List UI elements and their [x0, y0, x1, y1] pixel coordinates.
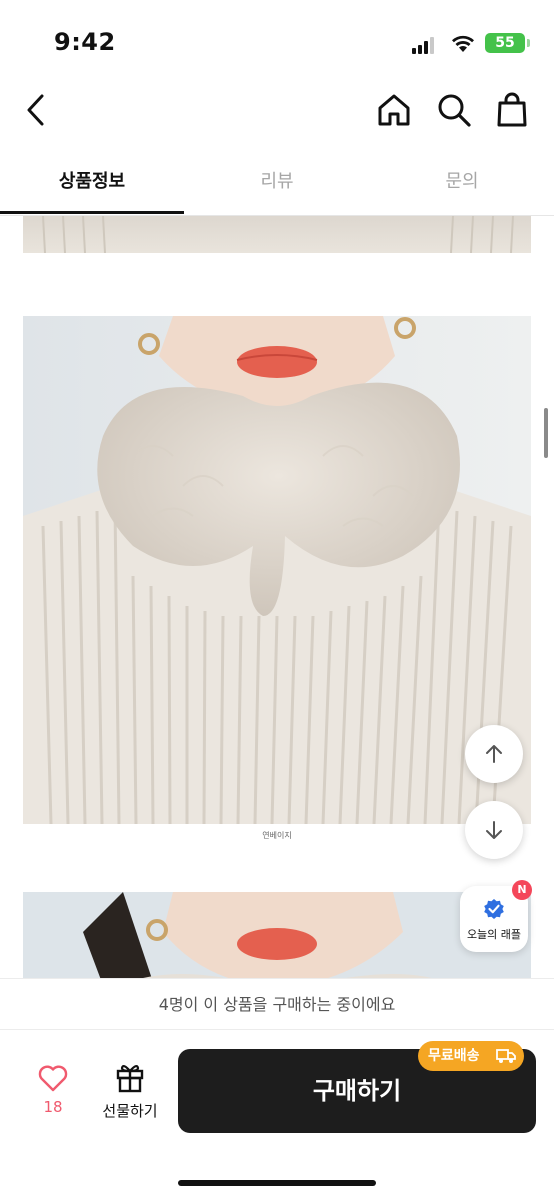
tab-product-info[interactable]: 상품정보: [0, 160, 184, 216]
status-time: 9:42: [54, 28, 116, 56]
product-image-fur-collar: [23, 316, 531, 824]
free-shipping-label: 무료배송: [428, 1048, 480, 1064]
product-detail-content: 연베이지: [0, 216, 554, 978]
arrow-up-icon: [486, 745, 502, 763]
heart-icon: [38, 1065, 68, 1092]
status-bar: 9:42 55: [0, 0, 554, 80]
gift-icon: [116, 1064, 144, 1093]
scroll-up-button[interactable]: [465, 725, 523, 783]
new-badge: N: [512, 880, 532, 900]
scrollbar[interactable]: [544, 408, 548, 458]
battery-icon: 55: [485, 33, 525, 53]
free-shipping-badge: 무료배송: [418, 1041, 524, 1071]
tab-reviews[interactable]: 리뷰: [185, 160, 369, 216]
scroll-down-button[interactable]: [465, 801, 523, 859]
purchase-activity-notice: 4명이 이 상품을 구매하는 중이에요: [0, 978, 554, 1030]
tab-inquiry[interactable]: 문의: [370, 160, 554, 216]
search-icon: [438, 94, 471, 127]
chevron-left-icon: [27, 94, 44, 126]
cart-button[interactable]: [492, 90, 532, 130]
battery-tip: [527, 39, 530, 47]
like-button[interactable]: 18: [30, 1064, 76, 1124]
truck-icon: [496, 1049, 516, 1063]
search-button[interactable]: [434, 90, 474, 130]
signal-icon: [412, 36, 438, 54]
home-indicator: [178, 1180, 376, 1186]
gift-button[interactable]: 선물하기: [96, 1060, 164, 1122]
nav-bar: [0, 80, 554, 140]
raffle-label: 오늘의 래플: [466, 928, 522, 941]
gift-label: 선물하기: [102, 1102, 158, 1120]
product-tabs: 상품정보 리뷰 문의: [0, 160, 554, 216]
verified-check-icon: [484, 899, 504, 919]
home-button[interactable]: [374, 90, 414, 130]
image-caption: 연베이지: [262, 831, 292, 840]
wifi-icon: [450, 32, 476, 54]
home-icon: [378, 94, 410, 126]
arrow-down-icon: [486, 821, 502, 839]
product-image-next: [23, 892, 531, 978]
tab-active-indicator: [0, 211, 184, 214]
back-button[interactable]: [16, 90, 56, 130]
like-count: 18: [43, 1098, 63, 1116]
shopping-bag-icon: [497, 92, 527, 127]
product-image-partial: [23, 216, 531, 254]
